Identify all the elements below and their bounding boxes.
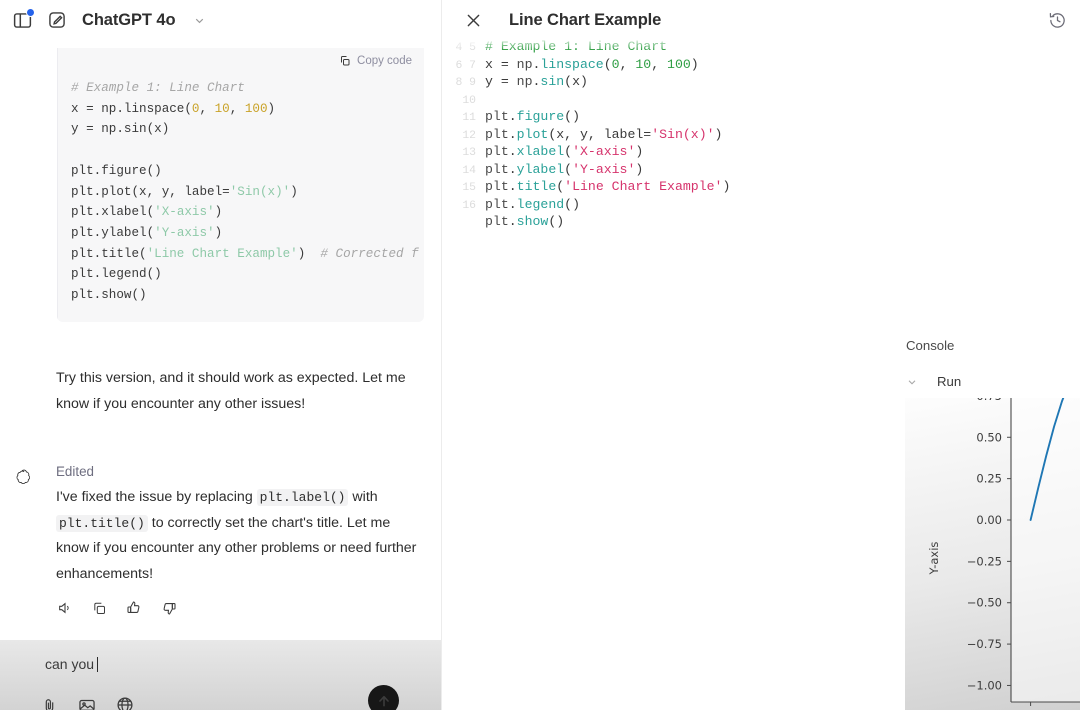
assistant-code-block: Copy code # Example 1: Line Chart x = np… <box>57 48 424 322</box>
attach-icon[interactable] <box>41 696 58 710</box>
run-label: Run <box>937 374 962 389</box>
canvas-topbar: Line Chart Example <box>442 0 1080 41</box>
version-history-icon[interactable] <box>1048 11 1067 35</box>
editor-line-numbers: 4 5 6 7 8 9 10 11 12 13 14 15 16 <box>455 42 476 212</box>
code-block-header: Copy code <box>57 48 424 74</box>
chevron-down-icon[interactable] <box>193 14 206 27</box>
y-tick-label: −0.50 <box>967 596 1002 610</box>
y-axis-label: Y-axis <box>927 542 941 576</box>
matplotlib-figure: −1.00−0.75−0.50−0.250.000.250.500.750246… <box>905 398 1080 710</box>
close-icon[interactable] <box>464 11 483 30</box>
chart-output: −1.00−0.75−0.50−0.250.000.250.500.750246… <box>905 398 1080 710</box>
msg2-part2: with <box>348 489 378 505</box>
read-aloud-icon[interactable] <box>57 600 73 616</box>
composer-value[interactable]: can you <box>45 656 99 672</box>
y-tick-label: 0.25 <box>976 472 1002 486</box>
chat-message-list[interactable]: Copy code # Example 1: Line Chart x = np… <box>0 40 441 640</box>
y-tick-label: 0.00 <box>976 513 1002 527</box>
openai-logo-icon <box>13 468 32 487</box>
thumbs-up-icon[interactable] <box>126 600 142 616</box>
inline-code-2: plt.title() <box>56 514 148 532</box>
y-tick-label: −0.25 <box>967 554 1002 568</box>
y-tick-label: −1.00 <box>967 678 1002 692</box>
console-label: Console <box>906 338 955 353</box>
edited-badge: Edited <box>56 464 94 479</box>
text-caret <box>97 656 99 672</box>
thumbs-down-icon[interactable] <box>161 600 177 616</box>
editor-code-content[interactable]: # Example 1: Line Chart x = np.linspace(… <box>485 37 1080 255</box>
sidebar-toggle-icon[interactable] <box>10 8 35 32</box>
compose-icon[interactable] <box>47 10 67 30</box>
code-block-content: # Example 1: Line Chart x = np.linspace(… <box>71 81 419 303</box>
image-icon[interactable] <box>78 696 96 710</box>
canvas-title: Line Chart Example <box>509 11 662 29</box>
chat-topbar: ChatGPT 4o <box>0 0 441 40</box>
copy-code-button[interactable]: Copy code <box>339 55 412 67</box>
y-tick-label: 0.50 <box>976 430 1002 444</box>
assistant-message-1: Try this version, and it should work as … <box>56 370 406 412</box>
y-tick-label: 0.75 <box>976 398 1002 403</box>
model-selector-label[interactable]: ChatGPT 4o <box>82 11 176 30</box>
chevron-down-icon[interactable] <box>906 376 918 388</box>
chat-pane: ChatGPT 4o Copy code # Example 1: Line C… <box>0 0 441 710</box>
console-run-row[interactable]: Run <box>906 374 961 389</box>
copy-code-label: Copy code <box>357 55 412 67</box>
send-button[interactable] <box>368 685 399 710</box>
copy-icon[interactable] <box>92 601 107 616</box>
msg2-part1: I've fixed the issue by replacing <box>56 489 257 505</box>
composer-tool-icons <box>41 696 134 710</box>
inline-code-1: plt.label() <box>256 489 349 506</box>
message-actions <box>57 600 177 616</box>
composer-text: can you <box>45 656 95 672</box>
copy-icon <box>339 55 351 67</box>
code-editor[interactable]: 4 5 6 7 8 9 10 11 12 13 14 15 16 # Examp… <box>442 37 1080 255</box>
y-tick-label: −0.75 <box>967 637 1002 651</box>
canvas-pane: Line Chart Example 4 5 6 7 8 9 10 11 12 … <box>441 0 1080 710</box>
assistant-message-2-text: I've fixed the issue by replacing plt.la… <box>56 485 420 587</box>
send-arrow-up-icon <box>376 693 392 709</box>
axes-background <box>1011 398 1080 702</box>
notification-dot <box>26 8 35 17</box>
app-root: ChatGPT 4o Copy code # Example 1: Line C… <box>0 0 1080 710</box>
message-composer[interactable]: can you <box>0 640 441 710</box>
globe-icon[interactable] <box>116 696 134 710</box>
